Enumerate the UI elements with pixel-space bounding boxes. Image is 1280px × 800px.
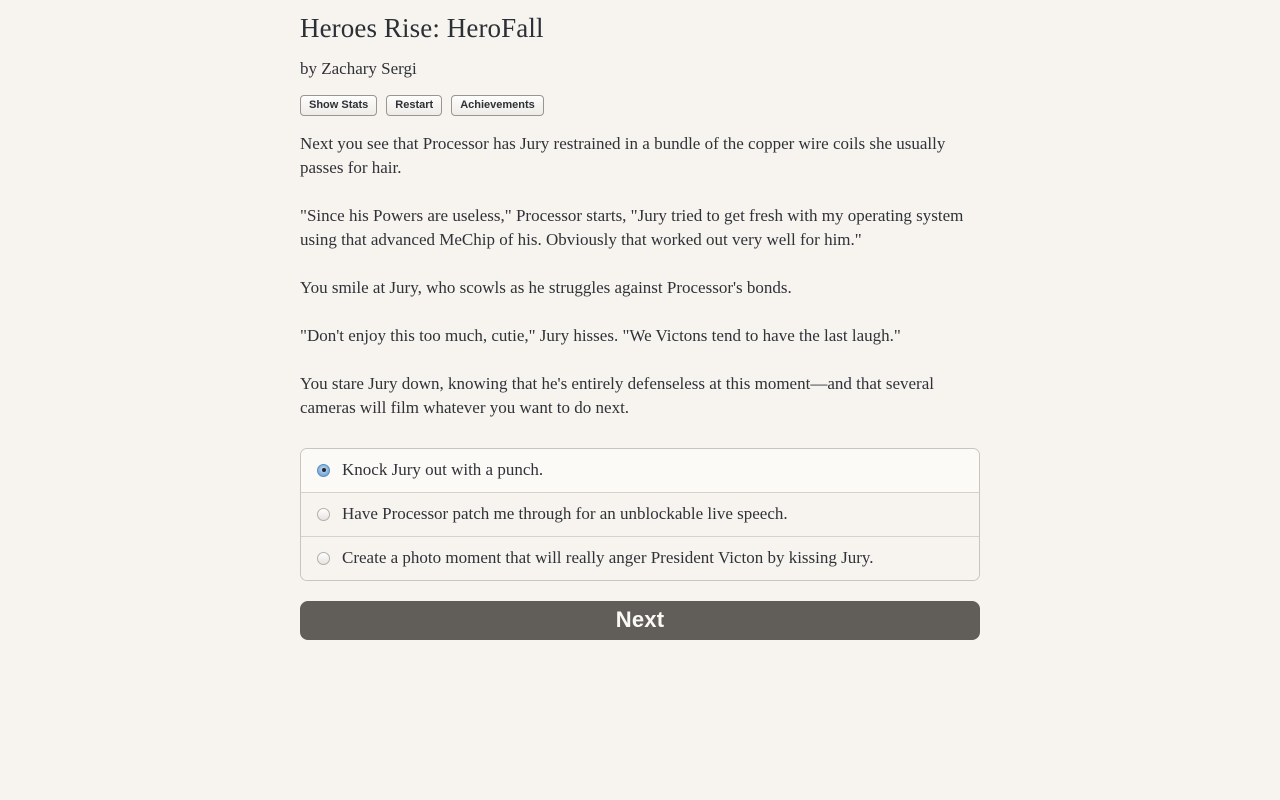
story-paragraph: Next you see that Processor has Jury res… [300, 133, 946, 177]
radio-button-icon[interactable] [317, 463, 330, 477]
story-paragraph: You stare Jury down, knowing that he's e… [300, 373, 934, 417]
story-paragraph: "Don't enjoy this too much, cutie," Jury… [300, 325, 901, 345]
page-title: Heroes Rise: HeroFall [300, 13, 544, 43]
choice-label: Knock Jury out with a punch. [342, 460, 544, 480]
content-column: Heroes Rise: HeroFall by Zachary Sergi S… [300, 0, 980, 640]
show-stats-button[interactable]: Show Stats [300, 94, 378, 116]
choice-option[interactable]: Create a photo moment that will really a… [301, 536, 979, 580]
radio-button-icon[interactable] [317, 551, 330, 565]
toolbar: Show Stats Restart Achievements [300, 79, 980, 116]
story-paragraph: "Since his Powers are useless," Processo… [300, 205, 964, 249]
game-author: by Zachary Sergi [300, 58, 417, 78]
choice-option[interactable]: Knock Jury out with a punch. [301, 448, 979, 493]
restart-button[interactable]: Restart [386, 94, 443, 116]
choice-list: Knock Jury out with a punch. Have Proces… [300, 447, 980, 581]
radio-button-icon[interactable] [317, 507, 330, 521]
choice-option[interactable]: Have Processor patch me through for an u… [301, 492, 979, 537]
choice-label: Create a photo moment that will really a… [342, 548, 874, 568]
story-text: Next you see that Processor has Jury res… [300, 116, 980, 420]
choice-label: Have Processor patch me through for an u… [342, 504, 788, 524]
story-paragraph: You smile at Jury, who scowls as he stru… [300, 277, 792, 297]
game-page: Heroes Rise: HeroFall by Zachary Sergi S… [0, 0, 1280, 800]
achievements-button[interactable]: Achievements [451, 94, 544, 116]
next-button[interactable]: Next [300, 600, 980, 640]
